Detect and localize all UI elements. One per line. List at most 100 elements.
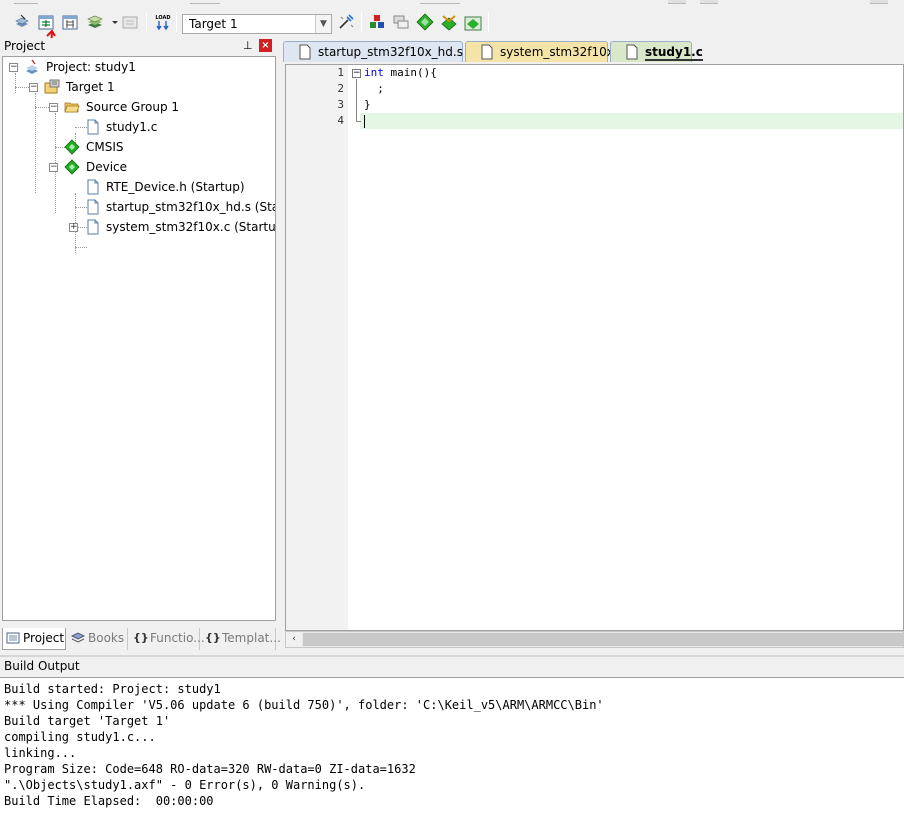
output-line: Program Size: Code=648 RO-data=320 RW-da… [4, 762, 416, 776]
file-icon [85, 179, 101, 195]
code-editor[interactable]: 1 2 3 4 − int main(){ ; } [285, 64, 904, 631]
rebuild-icon[interactable] [61, 13, 79, 31]
code-line: int main(){ [364, 66, 437, 79]
pack-installer-icon[interactable] [416, 13, 434, 31]
tree-item-startup-s[interactable]: startup_stm32f10x_hd.s (Startup) [3, 197, 275, 217]
editor-tab-study1[interactable]: study1.c [610, 41, 703, 62]
project-panel-title: Project [4, 39, 46, 53]
download-load-icon[interactable]: LOAD [154, 13, 172, 31]
green-diamond-icon [64, 159, 80, 175]
tree-item-label: study1.c [106, 120, 158, 134]
line-number: 4 [337, 114, 344, 127]
tree-item-source-group[interactable]: − Source Group 1 [3, 97, 273, 117]
editor-tab-bar: startup_stm32f10x_hd.s system_stm32f10x.… [281, 38, 904, 62]
tree-item-device[interactable]: − Device [3, 157, 273, 177]
top-toolbar-remnant [0, 0, 904, 6]
tree-item-label: Target 1 [66, 80, 115, 94]
line-number: 1 [337, 66, 344, 79]
folder-open-icon [64, 99, 80, 115]
toolbar: LOAD Target 1 ▼ [0, 0, 904, 47]
output-line: Build Time Elapsed: 00:00:00 [4, 794, 214, 808]
current-line-highlight [360, 113, 903, 129]
project-panel-tabs: Project Books {} Functio... {} Templat..… [2, 628, 281, 650]
translate-icon[interactable] [13, 13, 31, 31]
select-software-packs-icon[interactable] [440, 13, 458, 31]
target-icon [44, 79, 60, 95]
expand-icon[interactable]: + [69, 223, 78, 232]
editor-tab-startup[interactable]: startup_stm32f10x_hd.s [283, 41, 463, 62]
line-number: 3 [337, 98, 344, 111]
project-icon [24, 59, 40, 75]
fold-guide [356, 79, 357, 121]
build-output-title: Build Output [4, 659, 80, 673]
output-line: Build target 'Target 1' [4, 714, 171, 728]
build-output-panel: Build Output Build started: Project: stu… [0, 655, 904, 819]
file-icon [85, 199, 101, 215]
tab-books[interactable]: Books [68, 628, 128, 650]
close-icon[interactable]: × [259, 39, 272, 52]
file-icon [298, 44, 312, 60]
run-time-environment-icon[interactable] [464, 13, 482, 31]
green-diamond-icon [64, 139, 80, 155]
tree-item-label: system_stm32f10x.c (Startup) [106, 220, 276, 234]
tab-functions[interactable]: {} Functio... [130, 628, 205, 650]
target-select[interactable]: Target 1 ▼ [182, 14, 332, 34]
tree-item-label: startup_stm32f10x_hd.s (Startup) [106, 200, 275, 214]
code-line: } [364, 98, 371, 111]
line-number-gutter: 1 2 3 4 [286, 65, 348, 630]
output-line: *** Using Compiler 'V5.06 update 6 (buil… [4, 698, 604, 712]
templates-icon: {} [205, 631, 221, 644]
editor-tab-system[interactable]: system_stm32f10x.c [465, 41, 624, 62]
scrollbar-track[interactable] [303, 633, 903, 646]
code-keyword: int [364, 66, 384, 79]
batch-build-icon[interactable] [86, 13, 104, 31]
collapse-icon[interactable]: − [29, 83, 38, 92]
tree-item-system-c[interactable]: + system_stm32f10x.c (Startup) [3, 217, 276, 237]
window-layout-icon[interactable] [392, 13, 410, 31]
build-output-log[interactable]: Build started: Project: study1 *** Using… [0, 677, 904, 819]
editor-horizontal-scrollbar[interactable]: ‹ [285, 631, 904, 648]
tree-item-cmsis[interactable]: CMSIS [3, 137, 273, 157]
pin-icon[interactable]: ⊥ [243, 40, 253, 52]
braces-icon: {} [133, 631, 149, 644]
tab-templates[interactable]: {} Templat... [202, 628, 281, 650]
tab-project[interactable]: Project [2, 628, 66, 650]
tree-item-rte-device-h[interactable]: RTE_Device.h (Startup) [3, 177, 273, 197]
collapse-icon[interactable]: − [9, 63, 18, 72]
build-icon[interactable] [37, 13, 55, 31]
output-line: ".\Objects\study1.axf" - 0 Error(s), 0 W… [4, 778, 366, 792]
tree-item-label: CMSIS [86, 140, 124, 154]
tree-item-label: Device [86, 160, 128, 174]
chevron-down-icon[interactable] [106, 13, 118, 31]
tree-item-label: Project: study1 [46, 60, 136, 74]
line-number: 2 [337, 82, 344, 95]
scroll-left-icon[interactable]: ‹ [286, 632, 302, 647]
tree-item-label: RTE_Device.h (Startup) [106, 180, 245, 194]
project-panel-header: Project ⊥ × [0, 38, 278, 55]
file-icon [480, 44, 494, 60]
file-icon [85, 119, 101, 135]
project-tab-icon [6, 631, 20, 645]
chevron-down-icon[interactable]: ▼ [315, 15, 331, 33]
tree-item-label: Source Group 1 [86, 100, 180, 114]
fold-collapse-icon[interactable]: − [352, 69, 361, 78]
collapse-icon[interactable]: − [49, 163, 58, 172]
file-icon [85, 219, 101, 235]
collapse-icon[interactable]: − [49, 103, 58, 112]
tree-item-study1-c[interactable]: study1.c [3, 117, 273, 137]
code-line: ; [364, 82, 384, 95]
svg-text:LOAD: LOAD [155, 15, 170, 21]
stop-build-icon[interactable] [121, 13, 139, 31]
editor-pane: startup_stm32f10x_hd.s system_stm32f10x.… [281, 38, 904, 652]
output-line: Build started: Project: study1 [4, 682, 221, 696]
text-cursor [364, 115, 365, 128]
tree-item-target[interactable]: − Target 1 [3, 77, 273, 97]
tree-item-project[interactable]: − Project: study1 [3, 57, 273, 77]
output-line: compiling study1.c... [4, 730, 156, 744]
target-select-value: Target 1 [189, 17, 238, 31]
project-tree: − Project: study1 − Target 1 − Source Gr… [2, 56, 276, 621]
manage-project-items-icon[interactable] [368, 13, 386, 31]
books-icon [70, 631, 86, 645]
output-line: linking... [4, 746, 77, 760]
options-for-target-icon[interactable] [337, 13, 355, 31]
